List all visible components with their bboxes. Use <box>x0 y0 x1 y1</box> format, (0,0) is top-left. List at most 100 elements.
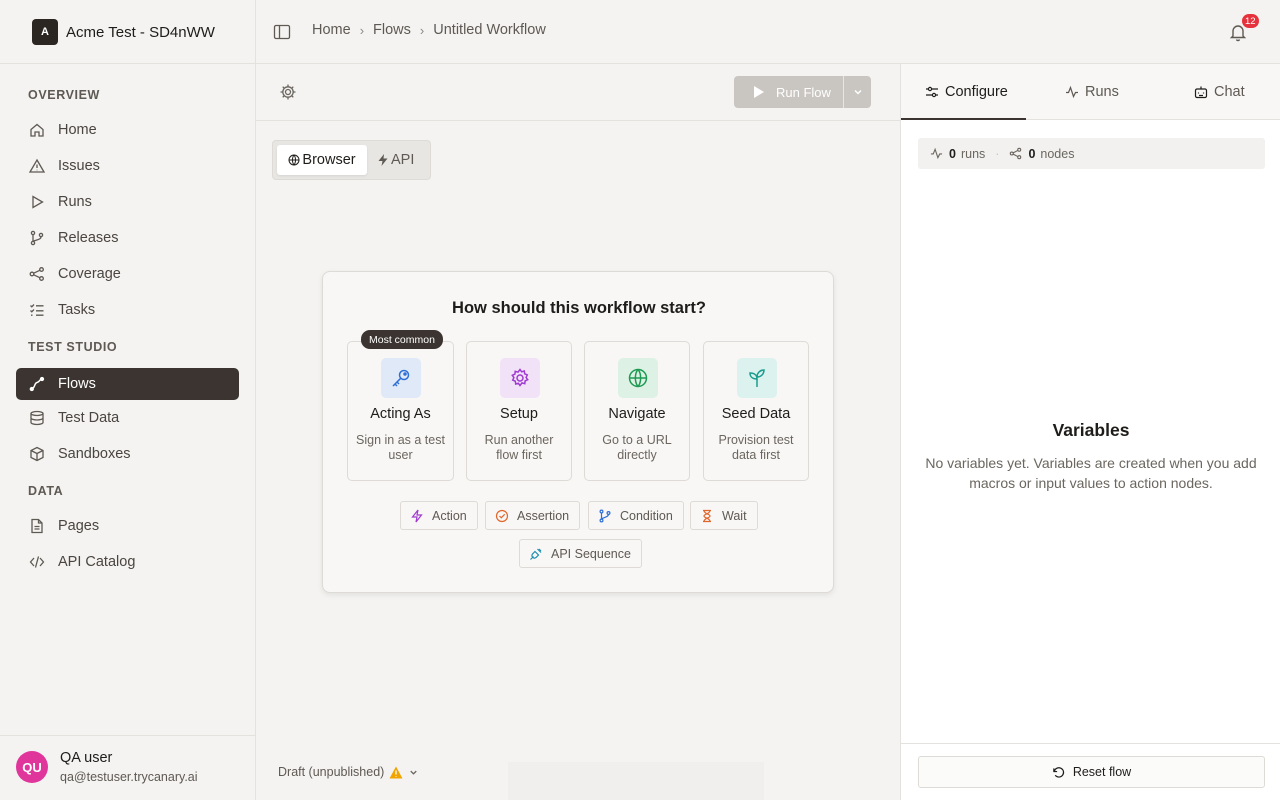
start-option-setup[interactable]: Setup Run another flow first <box>466 341 572 481</box>
runs-count: 0 <box>949 146 956 161</box>
workflow-start-card: How should this workflow start? Most com… <box>322 271 834 593</box>
canvas-controls-placeholder <box>508 762 764 800</box>
chevron-right-icon: › <box>359 22 365 38</box>
tab-browser[interactable]: Browser <box>277 145 367 175</box>
nodes-count: 0 <box>1028 146 1036 161</box>
flow-icon <box>28 375 46 393</box>
section-test-studio: TEST STUDIO <box>28 340 118 354</box>
option-title: Navigate <box>608 406 666 422</box>
reset-flow-button[interactable]: Reset flow <box>918 756 1265 788</box>
sidebar-item-sandboxes[interactable]: Sandboxes <box>16 438 239 470</box>
sidebar-toggle-icon[interactable] <box>273 23 291 41</box>
sidebar-item-pages[interactable]: Pages <box>16 510 239 542</box>
sidebar-item-test-data[interactable]: Test Data <box>16 402 239 434</box>
sidebar-item-issues[interactable]: Issues <box>16 150 239 182</box>
plug-icon <box>530 548 542 560</box>
node-chip-condition[interactable]: Condition <box>588 501 684 530</box>
tab-api-label: API <box>391 152 415 168</box>
avatar[interactable]: QU <box>16 751 48 783</box>
activity-icon <box>1066 85 1078 99</box>
warning-icon <box>389 766 403 778</box>
node-chip-assertion[interactable]: Assertion <box>485 501 581 530</box>
start-option-seed-data[interactable]: Seed Data Provision test data first <box>703 341 809 481</box>
activity-icon <box>930 147 943 160</box>
sidebar-item-label: Test Data <box>58 410 120 426</box>
play-icon <box>754 86 764 98</box>
sidebar-item-label: Pages <box>58 518 100 534</box>
home-icon <box>28 121 46 139</box>
right-panel-tabs: Configure Runs Chat <box>901 64 1280 120</box>
user-email: qa@testuser.trycanary.ai <box>60 770 198 784</box>
card-title: How should this workflow start? <box>452 299 706 317</box>
bolt-icon <box>411 509 423 522</box>
sliders-icon <box>926 86 938 98</box>
globe-icon <box>618 358 658 398</box>
draft-status[interactable]: Draft (unpublished) <box>278 765 419 779</box>
tab-configure[interactable]: Configure <box>925 64 1008 120</box>
play-icon <box>28 193 46 211</box>
nodes-label: nodes <box>1040 146 1075 161</box>
sidebar-item-label: API Catalog <box>58 554 136 570</box>
node-chip-action[interactable]: Action <box>400 501 478 530</box>
code-icon <box>28 553 46 571</box>
variables-title: Variables <box>1052 420 1130 440</box>
sidebar-item-tasks[interactable]: Tasks <box>16 294 239 326</box>
node-chip-api-sequence[interactable]: API Sequence <box>519 539 642 568</box>
run-flow-label: Run Flow <box>776 84 831 100</box>
sidebar-item-api-catalog[interactable]: API Catalog <box>16 546 239 578</box>
node-chip-wait[interactable]: Wait <box>690 501 758 530</box>
sidebar-item-label: Releases <box>58 230 119 246</box>
start-option-navigate[interactable]: Navigate Go to a URL directly <box>584 341 690 481</box>
stats-separator: · <box>995 146 1000 161</box>
workspace-switcher[interactable]: A Acme Test - SD4nWW <box>32 18 215 46</box>
run-flow-button[interactable]: Run Flow <box>734 76 843 108</box>
flow-stats: 0 runs · 0 nodes <box>918 138 1265 169</box>
nodes-icon <box>1010 147 1022 160</box>
tab-label: Chat <box>1214 84 1245 100</box>
sidebar-item-home[interactable]: Home <box>16 114 239 146</box>
tab-label: Runs <box>1085 84 1119 100</box>
run-options-dropdown[interactable] <box>843 76 871 108</box>
runs-label: runs <box>960 146 986 161</box>
sidebar-item-label: Tasks <box>58 302 96 318</box>
check-circle-icon <box>495 509 509 522</box>
top-bar: Home › Flows › Untitled Workflow 12 <box>256 0 1280 64</box>
chip-label: Assertion <box>517 508 570 523</box>
breadcrumb-flows[interactable]: Flows <box>373 22 411 38</box>
sidebar-item-label: Flows <box>58 376 96 392</box>
chevron-down-icon <box>853 89 862 95</box>
start-option-acting-as[interactable]: Acting As Sign in as a test user <box>347 341 454 481</box>
sidebar-item-coverage[interactable]: Coverage <box>16 258 239 290</box>
sidebar-item-flows[interactable]: Flows <box>16 368 239 400</box>
workspace-logo: A <box>32 19 58 45</box>
chevron-right-icon: › <box>419 22 425 38</box>
mode-tabs: Browser API <box>272 140 431 180</box>
tab-browser-label: Browser <box>302 152 356 168</box>
draft-label: Draft (unpublished) <box>278 765 385 779</box>
option-title: Setup <box>500 406 538 422</box>
settings-gear-icon[interactable] <box>279 83 297 101</box>
globe-icon <box>288 154 300 166</box>
tab-runs[interactable]: Runs <box>1065 64 1119 120</box>
breadcrumb: Home › Flows › Untitled Workflow <box>312 22 546 38</box>
option-desc: Run another flow first <box>484 433 554 462</box>
user-name: QA user <box>60 750 113 766</box>
hourglass-icon <box>703 509 711 522</box>
reset-flow-label: Reset flow <box>1072 765 1132 779</box>
tab-api[interactable]: API <box>377 145 414 175</box>
sidebar-item-releases[interactable]: Releases <box>16 222 239 254</box>
sidebar-item-label: Sandboxes <box>58 446 131 462</box>
sidebar-item-runs[interactable]: Runs <box>16 186 239 218</box>
right-panel-footer-divider <box>901 743 1280 744</box>
breadcrumb-home[interactable]: Home <box>312 22 351 38</box>
box-icon <box>28 445 46 463</box>
option-desc: Go to a URL directly <box>602 433 672 462</box>
file-icon <box>28 517 46 535</box>
right-panel: Configure Runs Chat 0 runs · 0 nodes Var… <box>900 64 1280 800</box>
option-title: Seed Data <box>721 406 791 422</box>
most-common-badge: Most common <box>361 330 443 349</box>
tab-chat[interactable]: Chat <box>1194 64 1245 120</box>
sidebar-item-label: Home <box>58 122 97 138</box>
sidebar-divider <box>0 63 256 64</box>
branch-icon <box>599 509 611 523</box>
